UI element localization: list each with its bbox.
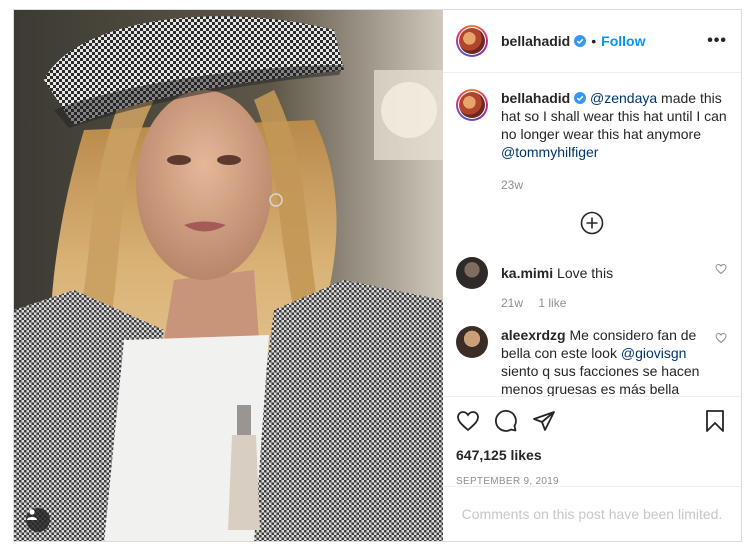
mention-link[interactable]: @giovisgn	[621, 345, 687, 361]
post-header: bellahadid • Follow •••	[443, 10, 741, 73]
mention-link[interactable]: @tommyhilfiger	[501, 144, 598, 160]
verified-badge-icon	[574, 92, 587, 104]
comment-body: aleexrdzg Me considero fan de bella con …	[488, 326, 721, 396]
comment-item: aleexrdzg Me considero fan de bella con …	[456, 326, 727, 396]
heart-icon	[457, 411, 479, 432]
follow-button[interactable]: Follow	[601, 33, 645, 49]
load-more-plus-icon	[580, 211, 603, 235]
comments-limited-notice: Comments on this post have been limited.	[443, 486, 741, 541]
share-button[interactable]	[532, 409, 556, 433]
verified-badge-icon	[574, 35, 587, 47]
avatar[interactable]	[456, 257, 488, 289]
caption-username[interactable]: bellahadid	[501, 90, 570, 106]
username-link[interactable]: bellahadid	[501, 33, 570, 49]
caption-text: bellahadid @zendaya made this hat so I s…	[501, 89, 727, 161]
comment-likes[interactable]: 1 like	[538, 296, 566, 310]
caption-timestamp[interactable]: 23w	[501, 178, 727, 192]
comment-body: ka.mimi Love this 21w 1 like	[488, 257, 721, 310]
caption: bellahadid @zendaya made this hat so I s…	[456, 89, 727, 161]
separator-dot: •	[591, 33, 597, 49]
comment-time[interactable]: 21w	[501, 296, 523, 310]
comment-username[interactable]: ka.mimi	[501, 265, 553, 281]
avatar	[459, 92, 485, 118]
comment-heart-icon[interactable]	[715, 332, 727, 344]
comment-icon	[495, 410, 517, 432]
post-side-panel: bellahadid • Follow ••• bellahadid @zend…	[443, 10, 741, 541]
post-photo[interactable]	[14, 10, 443, 541]
comment-text: aleexrdzg Me considero fan de bella con …	[501, 326, 721, 396]
user-tag-button[interactable]	[26, 508, 50, 532]
avatar-frame	[458, 27, 486, 55]
comments-list: bellahadid @zendaya made this hat so I s…	[443, 73, 741, 396]
avatar-frame	[458, 91, 486, 119]
like-count[interactable]: 647,125 likes	[456, 447, 727, 463]
photo-illustration	[14, 10, 443, 541]
bookmark-icon	[706, 410, 724, 432]
user-tag-icon	[27, 509, 37, 520]
post-actions: 647,125 likes SEPTEMBER 9, 2019	[443, 396, 741, 487]
action-bar	[456, 408, 727, 434]
share-icon	[533, 411, 555, 431]
more-options-icon[interactable]: •••	[707, 32, 727, 50]
like-button[interactable]	[456, 409, 480, 433]
story-ring[interactable]	[456, 25, 488, 57]
comment-content: siento q sus facciones se hacen menos gr…	[501, 363, 700, 396]
load-more-comments-button[interactable]	[456, 211, 727, 235]
comment-username[interactable]: aleexrdzg	[501, 327, 566, 343]
comment-content: Love this	[553, 265, 614, 281]
post-card: bellahadid • Follow ••• bellahadid @zend…	[13, 9, 742, 542]
comment-heart-icon[interactable]	[715, 263, 727, 275]
comment-text: ka.mimi Love this	[501, 264, 721, 282]
caption-story-ring[interactable]	[456, 89, 488, 121]
mention-link[interactable]: @zendaya	[590, 90, 657, 106]
comment-item: ka.mimi Love this 21w 1 like	[456, 257, 727, 310]
avatar[interactable]	[456, 326, 488, 358]
avatar	[459, 28, 485, 54]
comment-button[interactable]	[494, 409, 518, 433]
comment-meta: 21w 1 like	[501, 296, 721, 310]
save-button[interactable]	[703, 409, 727, 433]
